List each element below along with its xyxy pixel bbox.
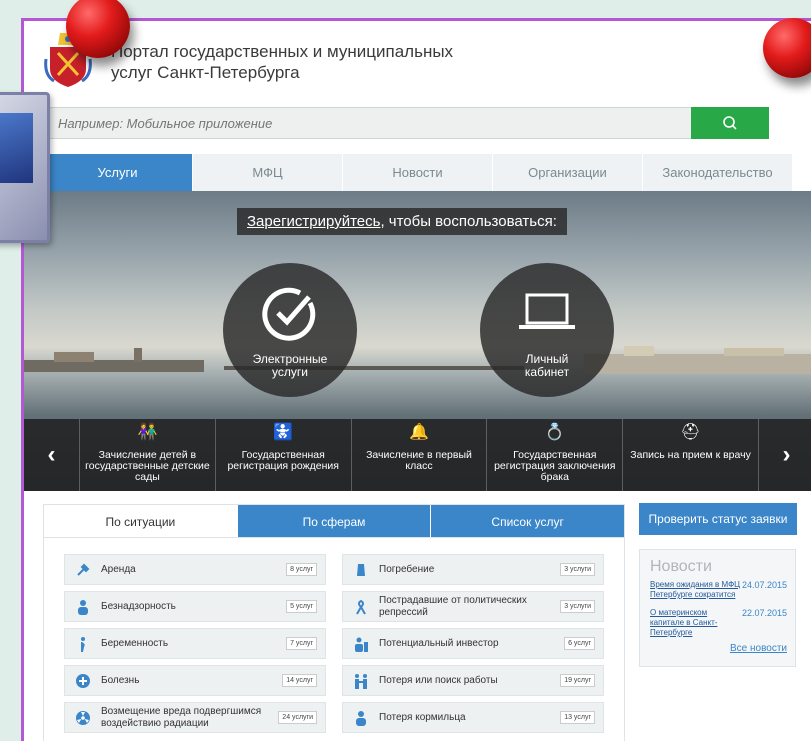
popular-services-carousel: ‹ 👫 Зачисление детей в государственные д…	[24, 419, 811, 491]
situation-item-job-loss[interactable]: Потеря или поиск работы 19 услуг	[342, 665, 604, 696]
situation-item-pregnancy[interactable]: Беременность 7 услуг	[64, 628, 326, 659]
main-tabs: Услуги МФЦ Новости Организации Законодат…	[43, 154, 793, 191]
situation-count-badge: 24 услуги	[278, 711, 317, 724]
pregnant-icon	[69, 634, 97, 654]
tab-by-sphere[interactable]: По сферам	[236, 505, 431, 538]
all-news-link[interactable]: Все новости	[730, 643, 787, 654]
situation-label: Потеря кормильца	[379, 711, 466, 723]
situation-item-neglect[interactable]: Безнадзорность 5 услуг	[64, 591, 326, 622]
situation-item-burial[interactable]: Погребение 3 услуги	[342, 554, 604, 585]
laptop-icon	[519, 293, 575, 329]
tab-mfc[interactable]: МФЦ	[193, 154, 343, 191]
tab-news[interactable]: Новости	[343, 154, 493, 191]
situation-item-illness[interactable]: Болезнь 14 услуг	[64, 665, 326, 696]
situation-label: Возмещение вреда подвергшимся воздействи…	[101, 705, 262, 729]
search-button[interactable]	[691, 107, 769, 139]
service-tabs: По ситуации По сферам Список услуг	[43, 504, 625, 538]
situation-count-badge: 13 услуг	[560, 711, 595, 724]
portal-page: Портал государственных и муниципальных у…	[21, 18, 811, 741]
person-icon	[347, 708, 375, 728]
personal-cabinet-button[interactable]: Личный кабинет	[480, 263, 614, 397]
portal-title-line2: услуг Санкт-Петербурга	[111, 63, 300, 82]
electronic-services-label-2: услуги	[272, 365, 308, 379]
carousel-item-label: Запись на прием к врачу	[630, 449, 751, 461]
register-link[interactable]: Зарегистрируйтесь	[247, 213, 380, 230]
first-aid-icon: ⛑	[680, 424, 701, 441]
tab-by-situation[interactable]: По ситуации	[44, 505, 237, 538]
register-prompt-text: , чтобы воспользоваться:	[380, 213, 557, 230]
portal-title-line1: Портал государственных и муниципальных	[111, 42, 454, 61]
investor-icon	[347, 634, 375, 654]
register-prompt: Зарегистрируйтесь, чтобы воспользоваться…	[237, 208, 567, 235]
search-input[interactable]	[44, 108, 692, 138]
hero-banner: Зарегистрируйтесь, чтобы воспользоваться…	[24, 191, 811, 491]
ribbon-icon	[347, 597, 375, 617]
stroller-icon: 🚼	[273, 424, 294, 441]
bell-icon: 🔔	[409, 424, 429, 441]
situation-count-badge: 7 услуг	[286, 637, 317, 650]
situation-count-badge: 3 услуги	[560, 563, 595, 576]
search-icon	[723, 116, 737, 130]
situation-count-badge: 8 услуг	[286, 563, 317, 576]
situation-item-radiation[interactable]: Возмещение вреда подвергшимся воздействи…	[64, 702, 326, 733]
carousel-item-label: Зачисление в первый класс	[366, 449, 472, 472]
situation-label: Потенциальный инвестор	[379, 637, 499, 649]
situation-count-badge: 6 услуг	[564, 637, 595, 650]
situation-label: Безнадзорность	[101, 600, 176, 612]
tab-services[interactable]: Услуги	[43, 154, 193, 191]
news-item[interactable]: Время ожидания в МФЦ Петербурге сократит…	[650, 580, 795, 600]
children-icon: 👫	[137, 424, 158, 441]
tab-service-list[interactable]: Список услуг	[430, 505, 625, 538]
carousel-item-label: Зачисление детей в государственные детск…	[85, 449, 210, 483]
search-bar	[43, 107, 693, 139]
check-status-button[interactable]: Проверить статус заявки	[639, 503, 797, 535]
checkmark-icon	[262, 287, 316, 341]
news-item-date: 24.07.2015	[741, 580, 787, 590]
person-icon	[69, 597, 97, 617]
news-panel: Новости Время ожидания в МФЦ Петербурге …	[639, 549, 796, 667]
situation-item-rent[interactable]: Аренда 8 услуг	[64, 554, 326, 585]
news-heading: Новости	[650, 558, 712, 575]
carousel-item-first-class[interactable]: 🔔 Зачисление в первый класс	[350, 419, 487, 491]
news-item-title[interactable]: О материнском капитале в Санкт-Петербург…	[650, 608, 742, 638]
news-item[interactable]: О материнском капитале в Санкт-Петербург…	[650, 608, 795, 638]
tab-organizations[interactable]: Организации	[493, 154, 643, 191]
monument-icon	[347, 560, 375, 580]
situation-count-badge: 14 услуг	[282, 674, 317, 687]
carousel-item-birth-registration[interactable]: 🚼 Государственная регистрация рождения	[214, 419, 351, 491]
situation-item-investor[interactable]: Потенциальный инвестор 6 услуг	[342, 628, 604, 659]
people-icon	[347, 671, 375, 691]
situations-panel: Аренда 8 услуг Безнадзорность 5 услуг Бе…	[43, 537, 625, 741]
city-skyline-image	[24, 346, 811, 374]
situation-label: Потеря или поиск работы	[379, 674, 498, 686]
hammer-icon	[69, 560, 97, 580]
situation-label: Пострадавшие от политических репрессий	[379, 594, 527, 618]
situation-count-badge: 5 услуг	[286, 600, 317, 613]
situation-item-breadwinner-loss[interactable]: Потеря кормильца 13 услуг	[342, 702, 604, 733]
carousel-item-label: Государственная регистрация заключения б…	[494, 449, 616, 483]
tab-legislation[interactable]: Законодательство	[643, 154, 793, 191]
tablet-decoration	[0, 92, 50, 243]
portal-title: Портал государственных и муниципальных у…	[111, 41, 453, 83]
situation-label: Болезнь	[101, 674, 140, 686]
carousel-item-label: Государственная регистрация рождения	[227, 449, 339, 472]
carousel-item-doctor-appointment[interactable]: ⛑ Запись на прием к врачу	[622, 419, 758, 491]
personal-cabinet-label-2: кабинет	[524, 365, 570, 379]
situation-count-badge: 19 услуг	[560, 674, 595, 687]
situation-label: Аренда	[101, 563, 136, 575]
news-item-date: 22.07.2015	[741, 608, 787, 618]
news-item-title[interactable]: Время ожидания в МФЦ Петербурге сократит…	[650, 580, 742, 600]
carousel-item-marriage-registration[interactable]: 💍 Государственная регистрация заключения…	[486, 419, 622, 491]
medical-icon	[69, 671, 97, 691]
electronic-services-button[interactable]: Электронные услуги	[223, 263, 357, 397]
situation-label: Погребение	[379, 563, 435, 575]
rings-icon: 💍	[544, 424, 565, 441]
carousel-next-button[interactable]: ›	[757, 419, 811, 491]
carousel-prev-button[interactable]: ‹	[24, 419, 79, 491]
radiation-icon	[69, 708, 97, 728]
situation-count-badge: 3 услуги	[560, 600, 595, 613]
carousel-item-kindergarten[interactable]: 👫 Зачисление детей в государственные дет…	[79, 419, 215, 491]
situation-label: Беременность	[101, 637, 169, 649]
situation-item-repressions[interactable]: Пострадавшие от политических репрессий 3…	[342, 591, 604, 622]
